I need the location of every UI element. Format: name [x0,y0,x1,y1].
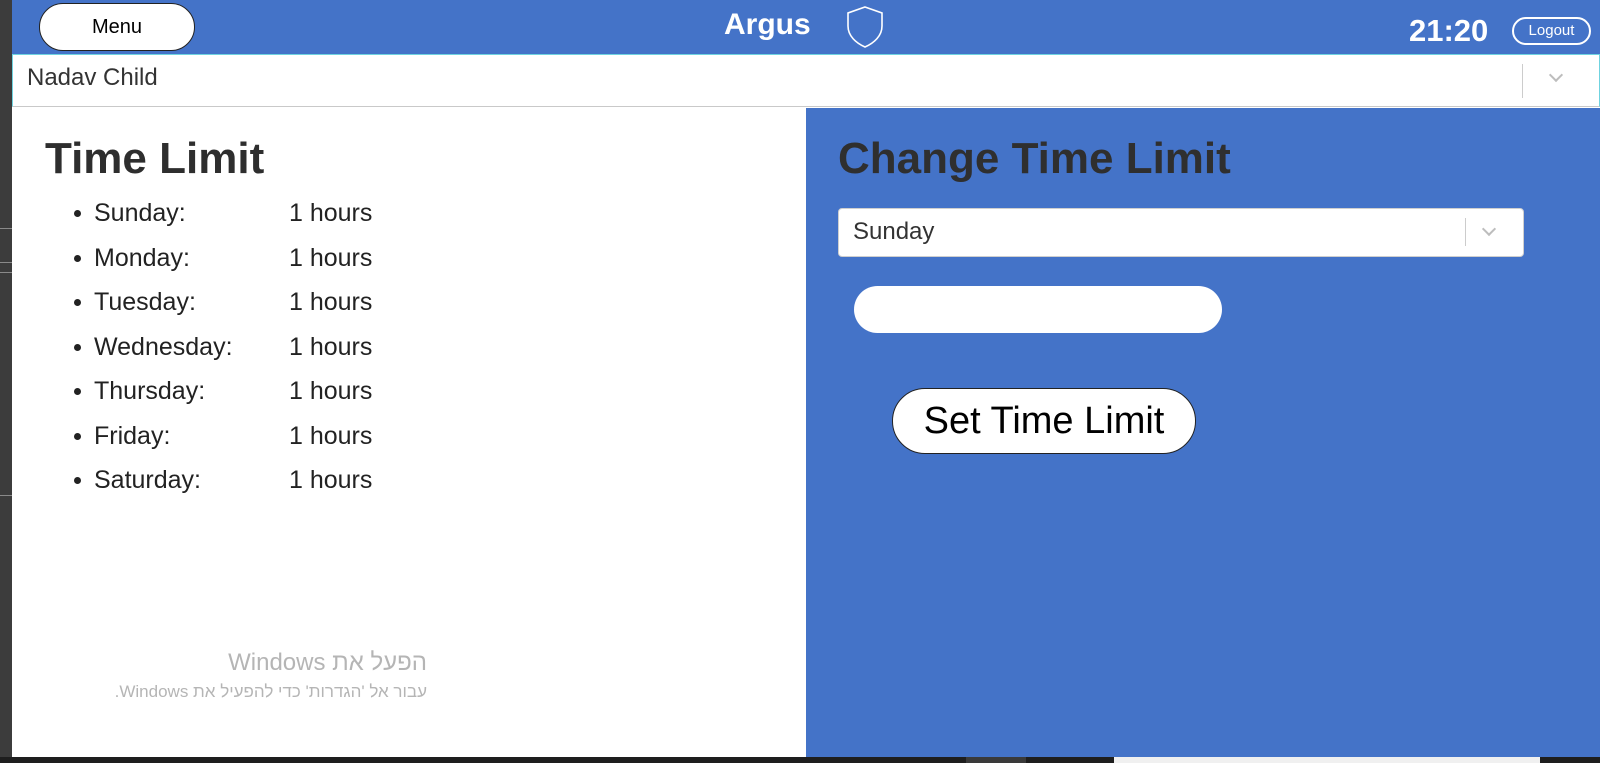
hours-value: 1 hours [289,243,373,272]
shield-icon [845,5,885,54]
day-label: Saturday: [94,466,202,494]
child-select-value: Nadav Child [27,64,158,91]
activation-watermark-title: הפעל את Windows [228,649,427,676]
day-label: Tuesday: [94,288,196,316]
bullet [74,254,81,262]
time-limit-panel: Time Limit Sunday: 1 hours Monday: 1 hours… [12,108,806,757]
day-label: Thursday: [94,377,206,405]
hours-value: 1 hours [289,288,373,316]
day-select[interactable]: Sunday [838,208,1524,257]
bullet [74,299,81,306]
hours-value: 1 hours [289,377,373,405]
chevron-down-icon[interactable] [1548,67,1564,83]
time-limit-title: Time Limit [45,134,265,183]
hours-value: 1 hours [289,332,373,361]
day-select-value: Sunday [853,218,935,245]
chevron-down-icon[interactable] [1481,221,1497,237]
header-bar: Menu Argus 21:20 Logout [12,0,1600,54]
menu-button[interactable]: Menu [39,3,195,51]
day-label: Wednesday: [94,332,233,361]
child-select[interactable]: Nadav Child [12,54,1600,107]
hours-value: 1 hours [289,421,373,450]
day-label: Friday: [94,421,171,450]
hours-input[interactable] [854,286,1222,333]
bullet [74,432,81,440]
activation-watermark-text: עבור אל 'הגדרות' כדי להפעיל את Windows. [114,682,427,701]
day-label: Monday: [94,243,190,272]
clock-time: 21:20 [1409,13,1489,48]
day-label: Sunday: [94,199,186,227]
change-time-limit-panel: Change Time Limit Sunday Set Time Limit [806,108,1600,757]
logout-button[interactable]: Logout [1512,17,1591,45]
set-time-limit-button[interactable]: Set Time Limit [892,388,1196,454]
change-time-limit-title: Change Time Limit [838,134,1231,183]
select-separator [1465,218,1466,246]
app-window: Menu Argus 21:20 Logout Nadav Child Time… [12,0,1600,757]
hours-value: 1 hours [289,199,373,227]
hours-value: 1 hours [289,466,373,494]
bullet [74,343,81,351]
select-separator [1522,64,1523,98]
bullet [74,477,81,484]
bullet [74,210,81,217]
brand-title: Argus [724,8,811,41]
taskbar-strip [0,757,1600,763]
bullet [74,388,81,395]
left-window-edge [0,0,12,763]
